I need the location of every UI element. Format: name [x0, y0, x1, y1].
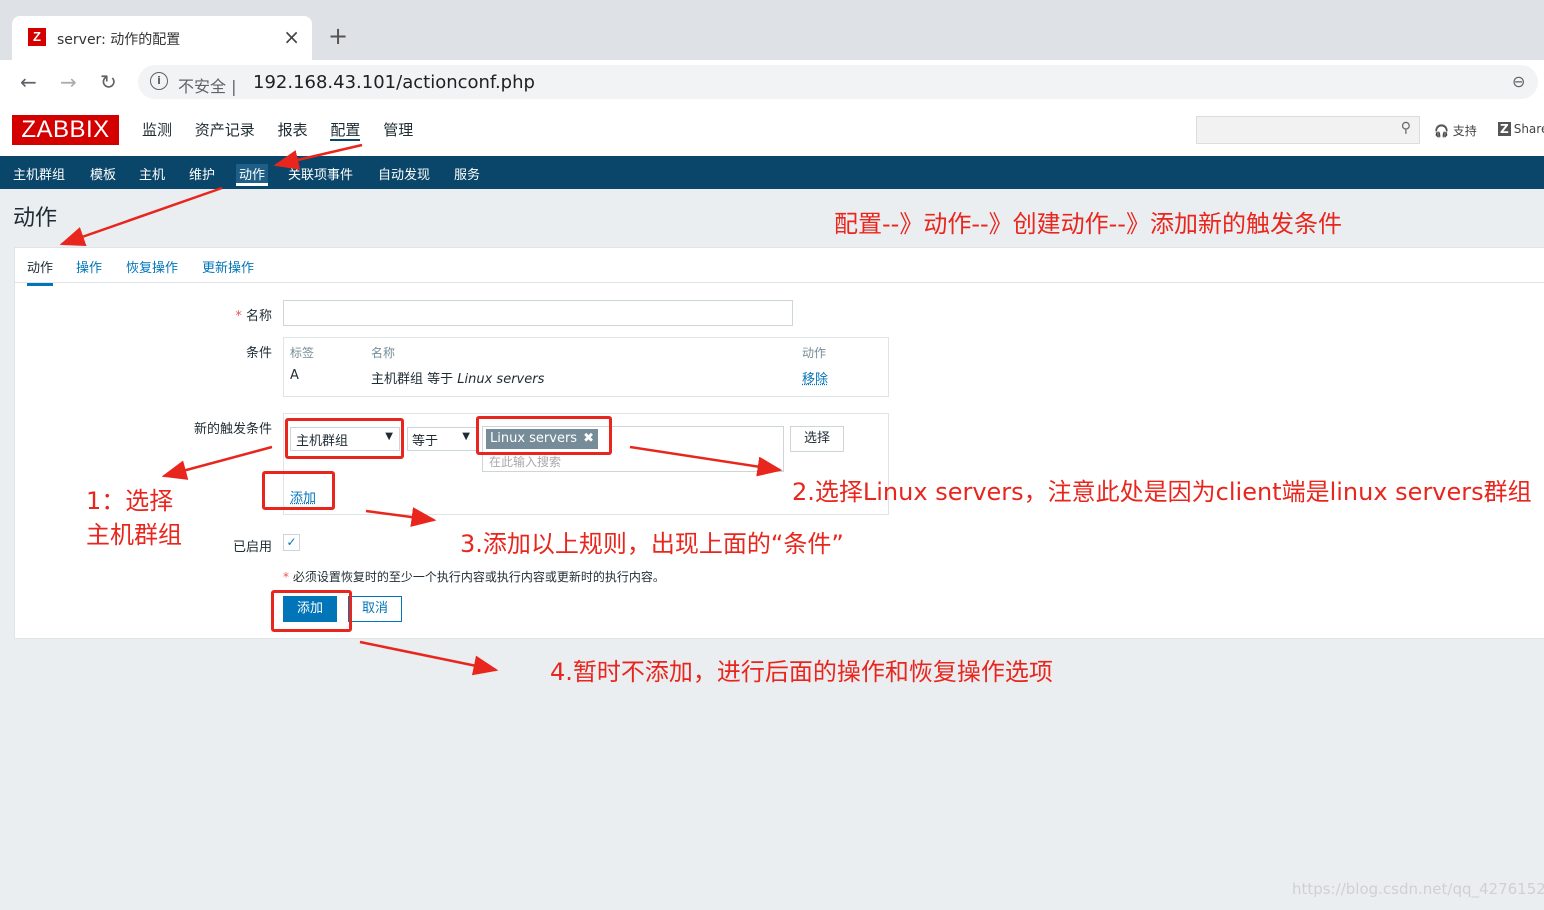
arrow-step3 [365, 507, 437, 527]
arrow-config [273, 143, 363, 170]
arrow-action-tab [59, 186, 223, 247]
watermark: https://blog.csdn.net/qq_42761527 [1292, 880, 1544, 898]
annotation-arrows [59, 143, 783, 676]
arrow-step2 [629, 445, 783, 477]
arrow-step1 [161, 445, 273, 480]
arrow-step4 [359, 640, 499, 676]
